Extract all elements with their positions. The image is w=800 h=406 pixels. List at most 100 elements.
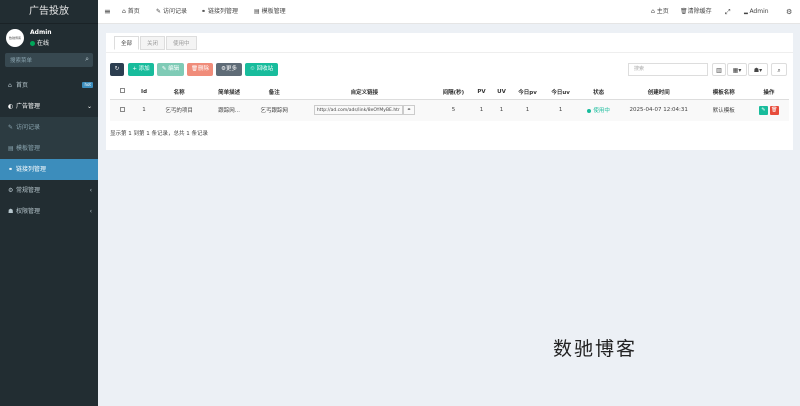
col-header[interactable]: 自定义链接	[294, 85, 435, 100]
cell-today-uv: 1	[542, 99, 579, 121]
data-table: Id 名称 简单描述 备注 自定义链接 间隔(秒) PV UV 今日pv 今日u…	[110, 85, 789, 121]
cogs-icon: ⚙	[8, 187, 14, 194]
status-dot	[587, 108, 592, 113]
app-logo[interactable]: 广告投放	[0, 0, 98, 24]
sidebar-item-label: 权限管理	[16, 208, 41, 215]
columns-icon[interactable]: ▥	[712, 63, 726, 76]
col-header[interactable]: 创建时间	[618, 85, 699, 100]
sidebar-item-templates[interactable]: ▤ 模板管理	[0, 138, 98, 159]
cell-created: 2025-04-07 12:04:31	[618, 99, 699, 121]
sidebar-menu: ⌂ 首页 hot ◐ 广告管理 ⌄ ✎ 访问记录 ▤ 模板管理 ⚭ 链接列管理 ⚙ 常规管理 ‹ …	[0, 75, 98, 222]
col-header[interactable]: 简单描述	[204, 85, 255, 100]
sidebar-item-ad-management[interactable]: ◐ 广告管理 ⌄	[0, 96, 98, 117]
status-badge: 使用中	[578, 99, 619, 121]
cell-remark: 乞丐跟踪网	[254, 99, 295, 121]
tab-in-use[interactable]: 使用中	[166, 36, 197, 50]
col-header[interactable]: 间隔(秒)	[434, 85, 473, 100]
col-header[interactable]: UV	[490, 85, 513, 100]
refresh-button[interactable]: ↻	[110, 63, 124, 76]
cell-template: 默认模板	[698, 99, 749, 121]
sidebar-item-label: 访问记录	[16, 124, 41, 131]
table-icon: ▤	[254, 8, 262, 15]
select-all-checkbox[interactable]	[119, 88, 125, 94]
col-header[interactable]: 模板名称	[698, 85, 749, 100]
sidebar-item-permissions[interactable]: ☗ 权限管理 ‹	[0, 201, 98, 222]
recycle-label: 回收站	[256, 66, 274, 72]
sidebar: 广告投放 数驰博客 Admin 在线 搜索菜单 ⌕ ⌂ 首页 hot ◐ 广告管理 ⌄ …	[0, 0, 98, 406]
table-search-input[interactable]: 搜索	[628, 63, 708, 76]
cell-today-pv: 1	[512, 99, 543, 121]
nav-tab-visit-log[interactable]: ✎ 访问记录	[156, 0, 187, 24]
delete-button[interactable]: 🗑删除	[187, 63, 213, 76]
table-row[interactable]: 1 乞丐的项目 跟踪网... 乞丐跟踪网 http://ad.com/ads/l…	[110, 99, 789, 121]
chevron-left-icon: ‹	[89, 208, 92, 215]
sidebar-item-label: 链接列管理	[16, 166, 47, 173]
sidebar-search[interactable]: 搜索菜单 ⌕	[5, 53, 93, 67]
tab-all[interactable]: 全部	[114, 36, 140, 50]
refresh-icon: ↻	[114, 66, 120, 72]
online-dot	[30, 41, 35, 46]
user-filter-dropdown-icon[interactable]: ☗▾	[748, 63, 768, 76]
table-icon: ▤	[8, 145, 14, 152]
clear-cache-label: 清除缓存	[687, 8, 712, 15]
select-all-cell	[110, 85, 135, 100]
avatar: 数驰博客	[6, 29, 24, 47]
status-label: 使用中	[593, 108, 610, 115]
sidebar-search-input[interactable]: 搜索菜单	[10, 56, 32, 64]
trash-icon: 🗑	[680, 8, 688, 15]
nav-tab-link-management[interactable]: ⚭ 链接列管理	[201, 0, 238, 24]
sidebar-item-home[interactable]: ⌂ 首页 hot	[0, 75, 98, 96]
col-header[interactable]: 状态	[578, 85, 619, 100]
search-icon[interactable]: ⌕	[85, 55, 89, 64]
add-button[interactable]: + 添加	[128, 63, 154, 76]
export-dropdown-icon[interactable]: ▦▾	[727, 63, 747, 76]
user-menu[interactable]: ▂ Admin	[744, 0, 769, 24]
more-label: 更多	[225, 66, 237, 72]
edit-button[interactable]: ✎ 编辑	[157, 63, 184, 76]
fullscreen-icon[interactable]: ⤢	[725, 0, 731, 24]
sidebar-item-general[interactable]: ⚙ 常规管理 ‹	[0, 180, 98, 201]
pencil-icon: ✎	[8, 124, 14, 131]
gear-icon[interactable]: ⚙	[786, 0, 792, 24]
cell-actions: ✎ 🗑	[748, 99, 789, 121]
col-header[interactable]: PV	[472, 85, 491, 100]
nav-tab-label: 模板管理	[261, 8, 286, 15]
pagination-summary: 显示第 1 到第 1 条记录，总共 1 条记录	[110, 131, 208, 137]
row-select-cell	[110, 99, 135, 121]
sidebar-item-link-management[interactable]: ⚭ 链接列管理	[0, 159, 98, 180]
home-link[interactable]: ⌂ 主页	[651, 0, 669, 24]
more-button[interactable]: ⚙更多	[216, 63, 242, 76]
col-header[interactable]: 名称	[154, 85, 205, 100]
sidebar-item-visit-log[interactable]: ✎ 访问记录	[0, 117, 98, 138]
nav-tab-home[interactable]: ⌂ 首页	[122, 0, 140, 24]
tab-closed[interactable]: 关闭	[140, 36, 166, 50]
nav-tab-templates[interactable]: ▤ 模板管理	[254, 0, 286, 24]
custom-link-field[interactable]: http://ad.com/ads/link/8eOYMyBE.htr	[313, 105, 403, 116]
search-icon[interactable]: ⌕	[771, 63, 787, 76]
clear-cache-button[interactable]: 🗑清除缓存	[680, 0, 712, 24]
cell-id: 1	[134, 99, 155, 121]
add-label: 添加	[138, 66, 150, 72]
row-checkbox[interactable]	[119, 106, 125, 112]
recycle-bin-button[interactable]: ♲ 回收站	[245, 63, 278, 76]
top-navbar: ≡ ⌂ 首页 ✎ 访问记录 ⚭ 链接列管理 ▤ 模板管理 ⌂ 主页 🗑清除缓存 …	[98, 0, 800, 24]
col-header: 操作	[748, 85, 789, 100]
col-header[interactable]: 今日uv	[542, 85, 579, 100]
user-status: 在线	[30, 38, 49, 47]
nav-tab-label: 首页	[127, 8, 140, 15]
delete-row-icon[interactable]: 🗑	[769, 105, 779, 115]
watermark: 数驰博客	[553, 338, 638, 360]
cell-uv: 1	[490, 99, 513, 121]
user-panel: 数驰博客 Admin 在线	[0, 26, 98, 52]
sidebar-item-label: 模板管理	[16, 145, 41, 152]
edit-row-icon[interactable]: ✎	[759, 105, 769, 115]
pencil-icon: ✎	[156, 8, 163, 15]
sidebar-item-label: 首页	[16, 82, 29, 89]
col-header[interactable]: 今日pv	[512, 85, 543, 100]
copy-link-icon[interactable]: ⚭	[402, 105, 415, 116]
col-header[interactable]: 备注	[254, 85, 295, 100]
nav-tab-label: 链接列管理	[207, 8, 238, 15]
menu-toggle-icon[interactable]: ≡	[104, 0, 111, 24]
col-header[interactable]: Id	[134, 85, 155, 100]
chevron-left-icon: ‹	[89, 187, 92, 194]
